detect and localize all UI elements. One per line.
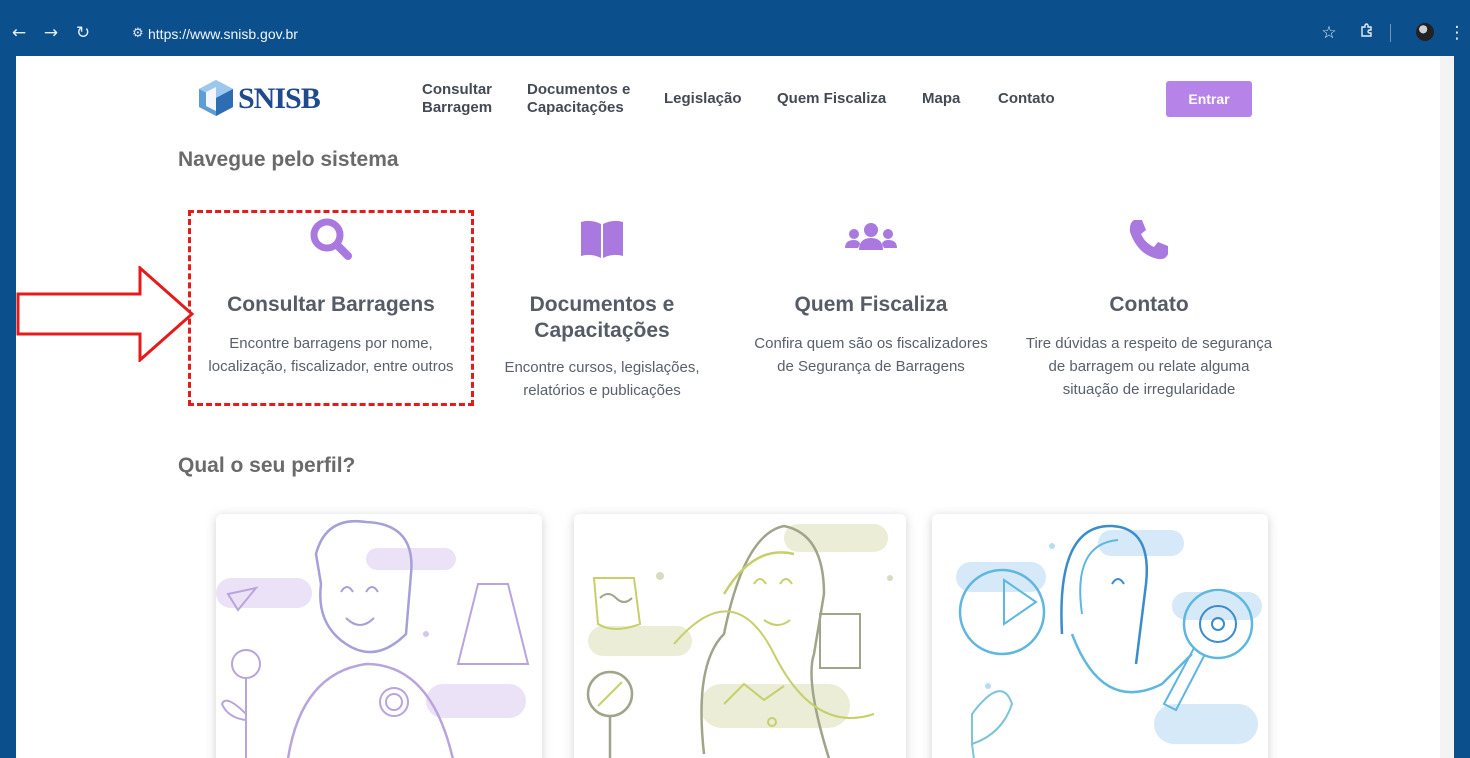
feature-description: Confira quem são os fiscalizadores de Se…: [754, 335, 988, 375]
arrow-right-icon: [16, 266, 195, 362]
page-viewport: SNISB Consultar Barragem Documentos e Ca…: [16, 56, 1454, 758]
toolbar-divider: [1390, 24, 1391, 42]
url-text: https://www.snisb.gov.br: [148, 26, 298, 42]
address-bar[interactable]: ⚙ https://www.snisb.gov.br: [122, 20, 1352, 48]
nav-label-line2: Barragem: [422, 99, 493, 116]
kebab-menu-icon[interactable]: ⋮: [1446, 22, 1468, 44]
nav-consultar-barragem[interactable]: Consultar Barragem: [422, 81, 492, 117]
browser-toolbar: ← → ↻ ⚙ https://www.snisb.gov.br ☆ ⋮: [0, 0, 1470, 56]
puzzle-icon[interactable]: [1356, 22, 1378, 44]
nav-label: Contato: [998, 90, 1055, 107]
page-scrollbar[interactable]: [1440, 56, 1454, 758]
highlight-annotation-box: [188, 210, 474, 406]
nav-legislacao[interactable]: Legislação: [664, 90, 742, 108]
back-button[interactable]: ←: [8, 22, 30, 44]
users-icon: [845, 223, 897, 250]
forward-button[interactable]: →: [40, 22, 62, 44]
feature-contato[interactable]: Contato Tire dúvidas a respeito de segur…: [1014, 216, 1284, 401]
profile-avatar[interactable]: [1416, 23, 1434, 41]
feature-title: Quem Fiscaliza: [794, 293, 948, 316]
profile-illustration-1: [216, 519, 530, 758]
profile-section-title: Qual o seu perfil?: [178, 454, 356, 477]
nav-contato[interactable]: Contato: [998, 90, 1055, 108]
nav-label: Mapa: [922, 90, 961, 107]
snisb-logo[interactable]: SNISB: [196, 74, 331, 122]
logo-text: SNISB: [238, 82, 321, 115]
feature-documentos-capacitacoes[interactable]: Documentos e Capacitações Encontre curso…: [467, 216, 737, 402]
profile-illustration-3: [956, 524, 1262, 758]
nav-mapa[interactable]: Mapa: [922, 90, 960, 108]
profile-card-2[interactable]: [574, 514, 906, 758]
nav-label-line2: Capacitações: [527, 99, 624, 116]
book-icon: [581, 220, 623, 258]
login-button[interactable]: Entrar: [1166, 81, 1252, 117]
profile-illustration-2: [586, 524, 893, 758]
nav-quem-fiscaliza[interactable]: Quem Fiscaliza: [777, 90, 886, 108]
profile-card-3[interactable]: [932, 514, 1268, 758]
star-icon[interactable]: ☆: [1318, 22, 1340, 44]
phone-icon: [1129, 220, 1168, 260]
nav-label: Quem Fiscaliza: [777, 90, 887, 107]
nav-documentos-capacitacoes[interactable]: Documentos e Capacitações: [527, 81, 630, 117]
nav-label-line1: Consultar: [422, 81, 493, 98]
feature-quem-fiscaliza[interactable]: Quem Fiscaliza Confira quem são os fisca…: [736, 216, 1006, 378]
reload-button[interactable]: ↻: [72, 22, 94, 44]
feature-description: Encontre cursos, legislações, relatórios…: [504, 359, 700, 399]
feature-description: Tire dúvidas a respeito de segurança de …: [1025, 335, 1273, 398]
navigate-section-title: Navegue pelo sistema: [178, 148, 399, 171]
feature-title: Contato: [1109, 293, 1189, 316]
feature-title: Documentos e Capacitações: [529, 293, 675, 342]
nav-label: Legislação: [664, 90, 742, 107]
nav-label-line1: Documentos e: [527, 81, 631, 98]
logo-cube-icon: [199, 80, 233, 116]
profile-card-1[interactable]: [216, 514, 542, 758]
